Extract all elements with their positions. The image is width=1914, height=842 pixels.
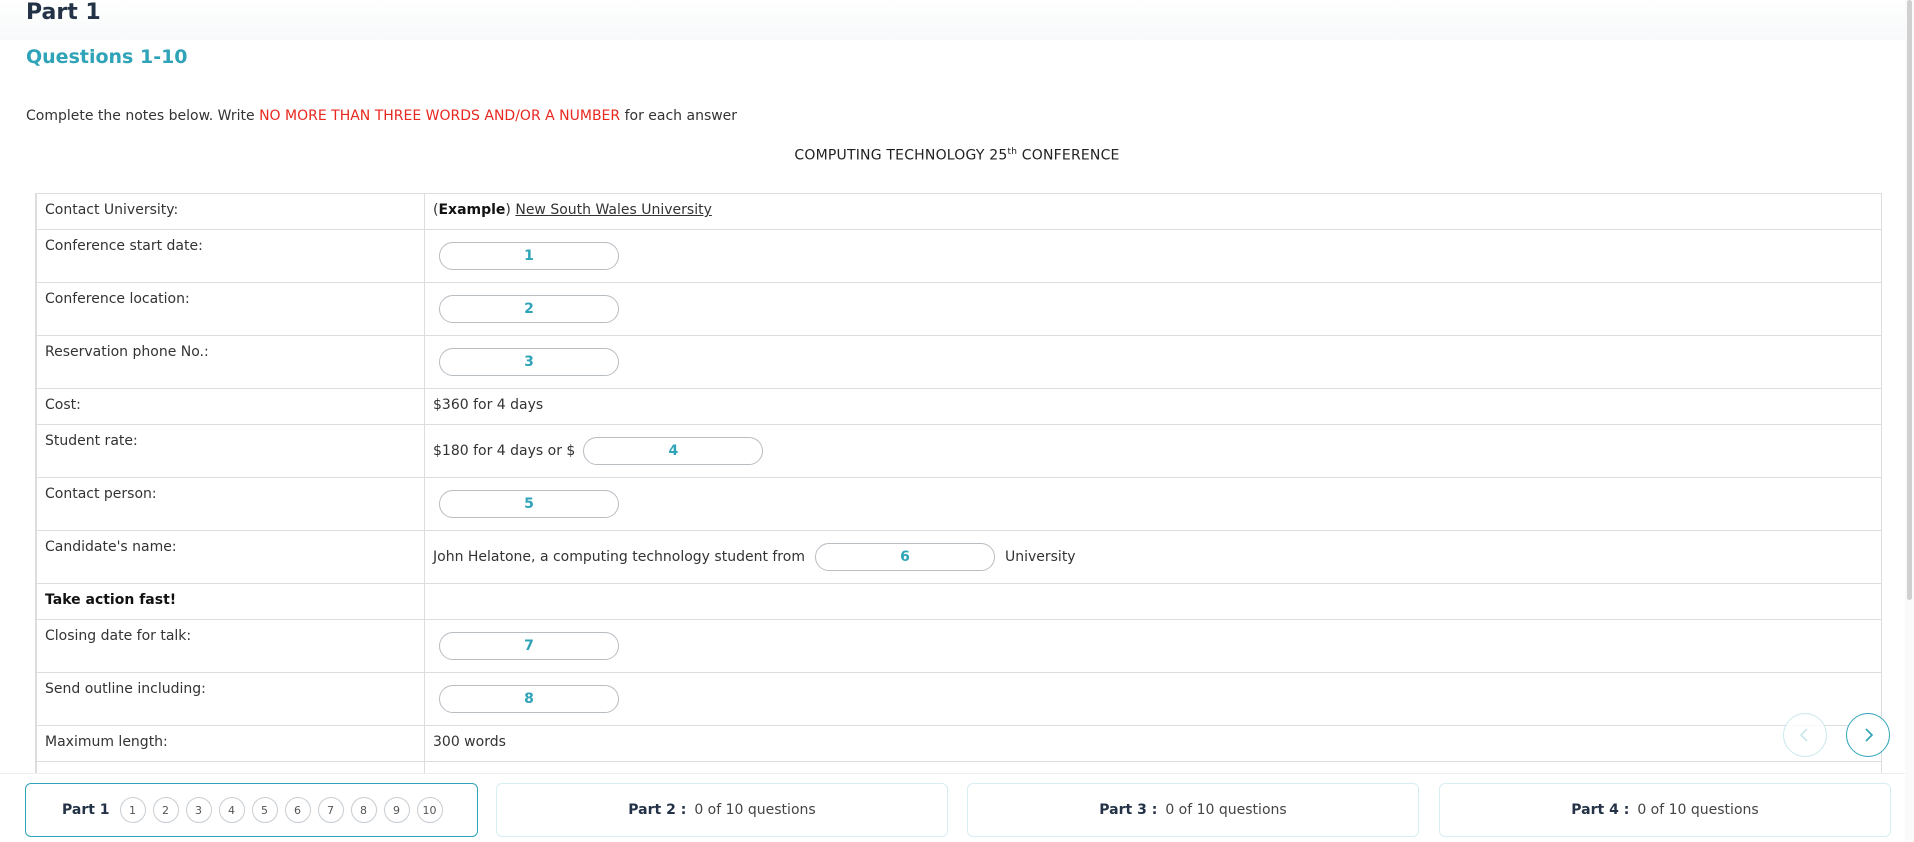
row-value: John Helatone, a computing technology st… xyxy=(424,530,1881,584)
table-row: Reservation phone No.: 3 xyxy=(36,335,1881,389)
conference-title: COMPUTING TECHNOLOGY 25th CONFERENCE xyxy=(0,147,1914,164)
example-paren: ) xyxy=(505,202,511,218)
row-label: Contact University: xyxy=(36,193,425,230)
part-tab-label: Part 2 : xyxy=(628,802,687,818)
answer-input-5[interactable]: 5 xyxy=(439,490,619,518)
row-value: 300 words xyxy=(424,725,1881,762)
answer-input-2[interactable]: 2 xyxy=(439,295,619,323)
row-value: 8 xyxy=(424,672,1881,726)
answer-input-6[interactable]: 6 xyxy=(814,543,995,571)
student-rate-text: $180 for 4 days or $ xyxy=(433,443,576,459)
part-tab-status: 0 of 10 questions xyxy=(694,802,816,818)
table-row: Contact person: 5 xyxy=(36,477,1881,531)
question-dot-1[interactable]: 1 xyxy=(119,797,146,823)
part-tab-2[interactable]: Part 2 : 0 of 10 questions xyxy=(496,783,948,837)
example-value: New South Wales University xyxy=(515,202,712,218)
top-bar xyxy=(0,0,1914,40)
question-dot-9[interactable]: 9 xyxy=(383,797,410,823)
part-tab-status: 0 of 10 questions xyxy=(1637,802,1759,818)
part-title: Part 1 xyxy=(26,0,101,25)
row-value: (Example) New South Wales University xyxy=(424,193,1881,230)
table-row: Closing date for talk: 7 xyxy=(36,619,1881,673)
part-tab-status: 0 of 10 questions xyxy=(1165,802,1287,818)
question-dot-2[interactable]: 2 xyxy=(152,797,179,823)
row-value: 5 xyxy=(424,477,1881,531)
question-dot-3[interactable]: 3 xyxy=(185,797,212,823)
part-tab-4[interactable]: Part 4 : 0 of 10 questions xyxy=(1439,783,1891,837)
question-dot-7[interactable]: 7 xyxy=(317,797,344,823)
test-page: Part 1 Questions 1-10 Complete the notes… xyxy=(0,0,1914,842)
part-tab-label: Part 1 xyxy=(62,802,110,818)
scrollbar-thumb[interactable] xyxy=(1907,0,1912,600)
row-label: Candidate's name: xyxy=(36,530,425,584)
answer-input-4[interactable]: 4 xyxy=(583,437,764,465)
row-value: 2 xyxy=(424,282,1881,336)
question-dot-8[interactable]: 8 xyxy=(350,797,377,823)
row-value: 7 xyxy=(424,619,1881,673)
conference-title-end: CONFERENCE xyxy=(1017,147,1120,164)
table-row: Maximum length: 300 words xyxy=(36,725,1881,762)
candidate-text-end: University xyxy=(1004,549,1076,565)
question-range: Questions 1-10 xyxy=(26,46,188,68)
row-label: Student rate: xyxy=(36,424,425,478)
row-value: $360 for 4 days xyxy=(424,388,1881,425)
table-row: Candidate's name: John Helatone, a compu… xyxy=(36,530,1881,584)
table-row xyxy=(36,761,1881,773)
question-dot-4[interactable]: 4 xyxy=(218,797,245,823)
table-row: Cost: $360 for 4 days xyxy=(36,388,1881,425)
part-tab-3[interactable]: Part 3 : 0 of 10 questions xyxy=(967,783,1419,837)
row-label: Take action fast! xyxy=(36,583,425,620)
question-dot-5[interactable]: 5 xyxy=(251,797,278,823)
chevron-left-icon xyxy=(1799,728,1808,742)
answer-input-1[interactable]: 1 xyxy=(439,242,619,270)
parts-footer: Part 1 1 2 3 4 5 6 7 8 9 10 Part 2 : 0 o… xyxy=(0,773,1914,842)
row-value: 3 xyxy=(424,335,1881,389)
previous-button[interactable] xyxy=(1783,713,1827,757)
row-label xyxy=(36,761,425,773)
instructions-highlight: NO MORE THAN THREE WORDS AND/OR A NUMBER xyxy=(259,108,621,124)
table-row: Student rate: $180 for 4 days or $ 4 xyxy=(36,424,1881,478)
chevron-right-icon xyxy=(1865,728,1874,742)
table-row: Contact University: (Example) New South … xyxy=(36,193,1881,230)
row-label: Cost: xyxy=(36,388,425,425)
row-label: Conference location: xyxy=(36,282,425,336)
row-label: Conference start date: xyxy=(36,229,425,283)
notes-table: Contact University: (Example) New South … xyxy=(35,193,1882,773)
answer-input-8[interactable]: 8 xyxy=(439,685,619,713)
conference-title-sup: th xyxy=(1007,147,1018,157)
part-tab-label: Part 4 : xyxy=(1571,802,1630,818)
conference-title-text: COMPUTING TECHNOLOGY 25 xyxy=(794,147,1008,164)
row-value xyxy=(424,583,1881,620)
row-value: $180 for 4 days or $ 4 xyxy=(424,424,1881,478)
row-value xyxy=(424,761,1881,773)
answer-input-3[interactable]: 3 xyxy=(439,348,619,376)
row-label: Closing date for talk: xyxy=(36,619,425,673)
instructions-text-end: for each answer xyxy=(620,108,738,124)
row-label: Reservation phone No.: xyxy=(36,335,425,389)
candidate-text: John Helatone, a computing technology st… xyxy=(433,549,805,565)
row-label: Maximum length: xyxy=(36,725,425,762)
table-row: Conference start date: 1 xyxy=(36,229,1881,283)
part-tab-label: Part 3 : xyxy=(1099,802,1158,818)
instructions: Complete the notes below. Write NO MORE … xyxy=(26,108,737,124)
row-label: Send outline including: xyxy=(36,672,425,726)
question-dot-10[interactable]: 10 xyxy=(416,797,443,823)
row-value: 1 xyxy=(424,229,1881,283)
table-row: Send outline including: 8 xyxy=(36,672,1881,726)
row-label: Contact person: xyxy=(36,477,425,531)
answer-input-7[interactable]: 7 xyxy=(439,632,619,660)
example-word: Example xyxy=(438,202,506,218)
next-button[interactable] xyxy=(1846,713,1890,757)
part-tab-1[interactable]: Part 1 1 2 3 4 5 6 7 8 9 10 xyxy=(25,783,478,837)
divider xyxy=(0,773,1914,774)
table-row: Conference location: 2 xyxy=(36,282,1881,336)
question-dot-6[interactable]: 6 xyxy=(284,797,311,823)
instructions-text: Complete the notes below. Write xyxy=(26,108,260,124)
table-row: Take action fast! xyxy=(36,583,1881,620)
